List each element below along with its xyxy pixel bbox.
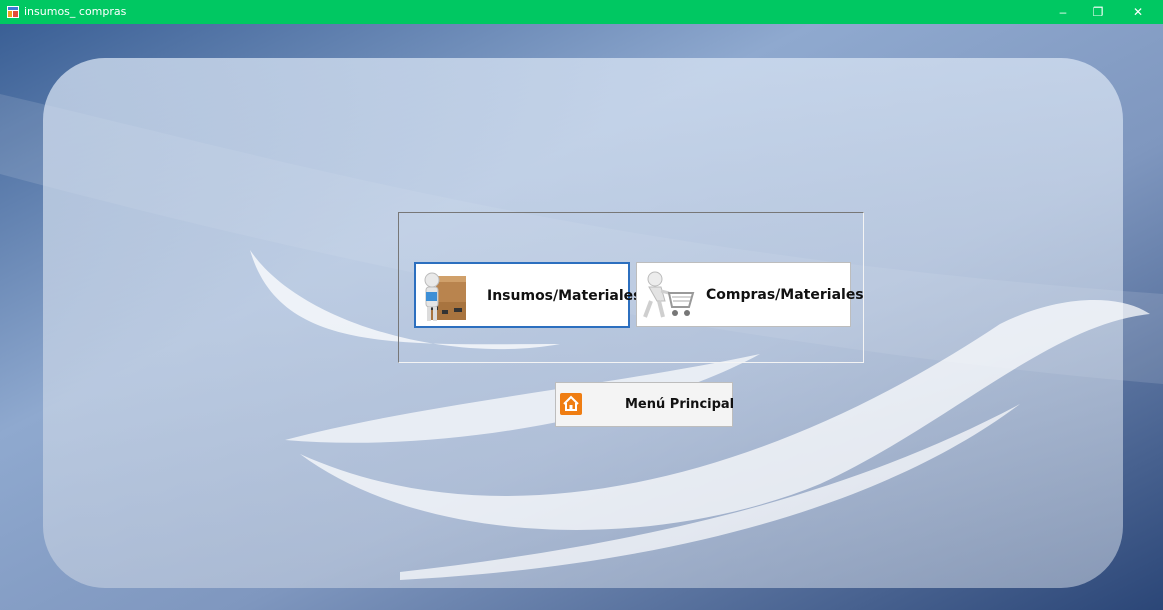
home-icon <box>560 393 582 415</box>
compras-materiales-label: Compras/Materiales <box>706 287 864 303</box>
window-title: insumos_ compras <box>24 5 127 18</box>
insumos-materiales-label: Insumos/Materiales <box>487 288 642 304</box>
title-bar: insumos_ compras – ❐ ✕ <box>0 0 1163 24</box>
app-form-icon <box>7 6 19 18</box>
compras-materiales-button[interactable]: Compras/Materiales <box>636 262 864 327</box>
insumos-materiales-button[interactable]: Insumos/Materiales <box>414 262 641 328</box>
person-with-cart-icon <box>643 271 695 318</box>
app-window: insumos_ compras – ❐ ✕ Insumos/Materiale… <box>0 0 1163 610</box>
menu-principal-label: Menú Principal <box>625 397 735 412</box>
menu-principal-button[interactable]: Menú Principal <box>555 382 735 427</box>
close-button[interactable]: ✕ <box>1123 0 1153 24</box>
person-with-boxes-icon <box>424 272 466 321</box>
maximize-button[interactable]: ❐ <box>1083 0 1113 24</box>
minimize-button[interactable]: – <box>1048 0 1078 24</box>
